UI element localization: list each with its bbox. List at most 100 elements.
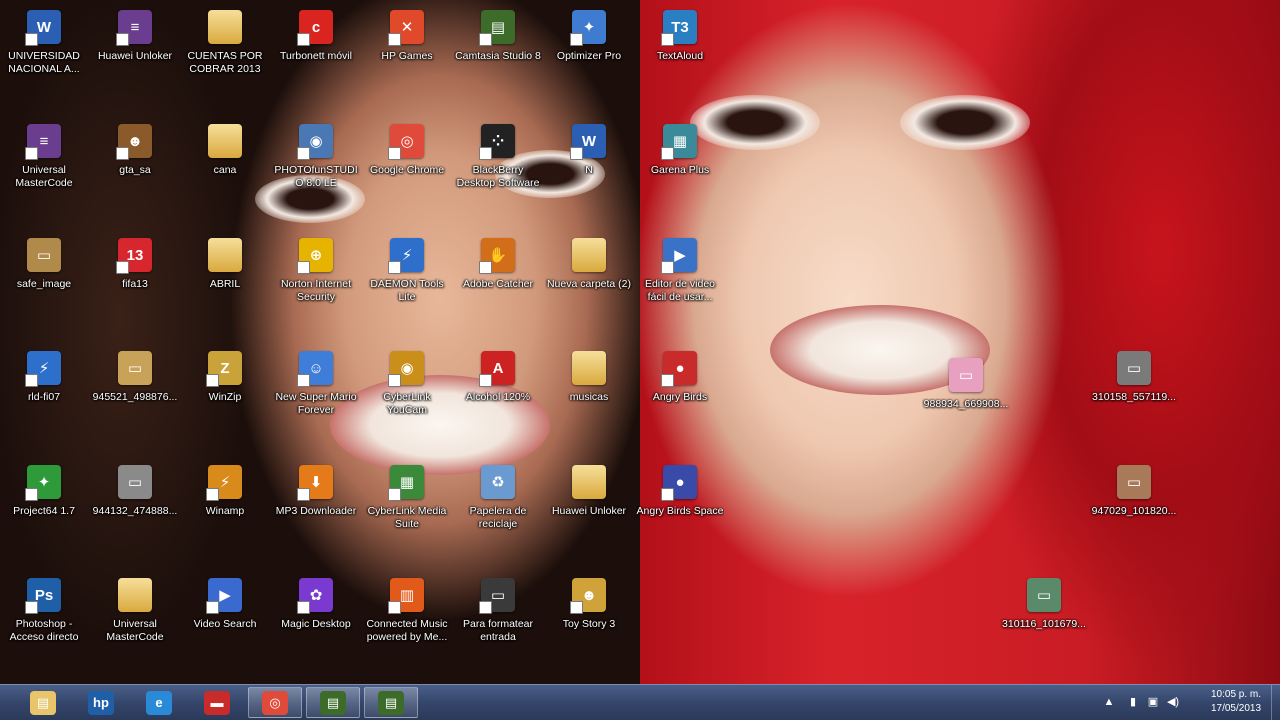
desktop-icon-label: Papelera de reciclaje — [469, 505, 527, 530]
desktop-icon-label: MP3 Downloader — [275, 505, 357, 517]
desktop-icon[interactable]: ✦ Project64 1.7 — [0, 459, 88, 555]
desktop-icon[interactable]: ◎ Google Chrome — [363, 118, 451, 214]
desktop-icon[interactable]: ▭ 944132_474888... — [91, 459, 179, 555]
desktop-icon[interactable]: ● Angry Birds Space — [636, 459, 724, 555]
clock[interactable]: 10:05 p. m. 17/05/2013 — [1206, 688, 1266, 716]
photoshop-icon: Ps — [25, 578, 61, 614]
desktop-icon[interactable]: ✦ Optimizer Pro — [545, 4, 633, 100]
desktop-icon[interactable]: W UNIVERSIDAD NACIONAL A... — [0, 4, 88, 100]
camera-icon: ◉ — [297, 124, 333, 160]
desktop-icon[interactable]: ▭ 310158_557119... — [1090, 345, 1178, 441]
desktop-icon[interactable]: ◉ PHOTOfunSTUDIO 8.0 LE — [272, 118, 360, 214]
desktop-icon[interactable]: ABRIL — [181, 232, 269, 328]
desktop-icon[interactable]: A Alcohol 120% — [454, 345, 542, 441]
desktop-icon[interactable]: Ps Photoshop - Acceso directo — [0, 572, 88, 668]
desktop-icon[interactable]: ▭ 947029_101820... — [1090, 459, 1178, 555]
desktop-icon[interactable]: 13 fifa13 — [91, 232, 179, 328]
desktop-icon[interactable]: T3 TextAloud — [636, 4, 724, 100]
taskbar-button-chrome[interactable]: ◎ — [248, 687, 302, 718]
desktop-icon[interactable]: cana — [181, 118, 269, 214]
taskbar-button-game[interactable]: ▬ — [190, 687, 244, 718]
folder-icon — [208, 10, 242, 44]
desktop-icon[interactable]: ⚡ rld-fi07 — [0, 345, 88, 441]
desktop-icon-label: fifa13 — [122, 278, 148, 290]
desktop-icon[interactable]: ✕ HP Games — [363, 4, 451, 100]
desktop-icon-label: Garena Plus — [650, 164, 710, 176]
taskbar-button-hp[interactable]: hp — [74, 687, 128, 718]
desktop-icon[interactable]: musicas — [545, 345, 633, 441]
taskbar-button-camtasia-studio[interactable]: ▤ — [364, 687, 418, 718]
desktop-icon[interactable]: ▶ Editor de video fácil de usar... — [636, 232, 724, 328]
desktop-icon[interactable]: ▭ 988934_669908... — [922, 352, 1010, 448]
desktop-icon-label: Universal MasterCode — [106, 618, 164, 643]
norton-icon: ⊕ — [297, 238, 333, 274]
desktop-icon-label: cana — [213, 164, 237, 176]
desktop-icon[interactable]: ✿ Magic Desktop — [272, 572, 360, 668]
desktop-icon[interactable]: ⁘ BlackBerry Desktop Software — [454, 118, 542, 214]
taskbar: ▤ hp e ▬ ◎ ▤ ▤ ▲ ▮ ▣ ◀) 10:05 p. m. 17/05/2013 — [0, 684, 1280, 721]
desktop-icon-label: Nueva carpeta (2) — [546, 278, 632, 290]
desktop-icon[interactable]: ▭ 310116_101679... — [1000, 572, 1088, 668]
desktop-icon[interactable]: ▭ safe_image — [0, 232, 88, 328]
volume-icon[interactable]: ◀) — [1166, 695, 1180, 709]
desktop-icon[interactable]: Z WinZip — [181, 345, 269, 441]
desktop-icon-label: Para formatear entrada — [462, 618, 534, 643]
desktop-icon[interactable]: ▭ 945521_498876... — [91, 345, 179, 441]
desktop-icon[interactable]: ♻ Papelera de reciclaje — [454, 459, 542, 555]
desktop-icon[interactable]: Universal MasterCode — [91, 572, 179, 668]
chrome-icon: ◎ — [388, 124, 424, 160]
word-document-icon: W — [570, 124, 606, 160]
taskbar-button-internet-explorer[interactable]: e — [132, 687, 186, 718]
desktop-icon[interactable]: ▦ Garena Plus — [636, 118, 724, 214]
clock-date: 17/05/2013 — [1210, 703, 1262, 714]
desktop-icon[interactable]: ≡ Universal MasterCode — [0, 118, 88, 214]
image-icon: ▭ — [27, 238, 61, 272]
desktop-icon[interactable]: ☻ Toy Story 3 — [545, 572, 633, 668]
hp-logo-icon: hp — [88, 690, 114, 715]
camtasia-icon: ▤ — [479, 10, 515, 46]
desktop[interactable]: W UNIVERSIDAD NACIONAL A... ≡ Huawei Unloke… — [0, 0, 1280, 684]
taskbar-button-camtasia-recorder[interactable]: ▤ — [306, 687, 360, 718]
desktop-icon[interactable]: ☺ New Super Mario Forever — [272, 345, 360, 441]
desktop-icon[interactable]: CUENTAS POR COBRAR 2013 — [181, 4, 269, 100]
folder-icon — [572, 238, 606, 272]
desktop-icon[interactable]: ⬇ MP3 Downloader — [272, 459, 360, 555]
show-hidden-icon[interactable]: ▲ — [1102, 695, 1116, 709]
network-icon[interactable]: ▣ — [1146, 695, 1160, 709]
show-desktop-button[interactable] — [1271, 685, 1280, 721]
desktop-icon[interactable]: ▥ Connected Music powered by Me... — [363, 572, 451, 668]
project64-icon: ✦ — [25, 465, 61, 501]
desktop-icon[interactable]: ▦ CyberLink Media Suite — [363, 459, 451, 555]
winrar-icon: ≡ — [116, 10, 152, 46]
desktop-icon[interactable]: ≡ Huawei Unloker — [91, 4, 179, 100]
desktop-icon[interactable]: ● Angry Birds — [636, 345, 724, 441]
folder-icon — [118, 578, 152, 612]
desktop-icon-label: Angry Birds Space — [636, 505, 724, 517]
desktop-icon[interactable]: ⊕ Norton Internet Security — [272, 232, 360, 328]
image-icon: ▭ — [1117, 465, 1151, 499]
desktop-icon[interactable]: c Turbonett móvil — [272, 4, 360, 100]
desktop-icon[interactable]: ⚡ Winamp — [181, 459, 269, 555]
desktop-icon[interactable]: ✋ Adobe Catcher — [454, 232, 542, 328]
power-icon[interactable]: ▮ — [1126, 695, 1140, 709]
desktop-icon[interactable]: WN — [545, 118, 633, 214]
desktop-icon[interactable]: Nueva carpeta (2) — [545, 232, 633, 328]
desktop-icon[interactable]: ▤ Camtasia Studio 8 — [454, 4, 542, 100]
desktop-icon-label: Project64 1.7 — [13, 505, 75, 517]
desktop-icon[interactable]: ⚡ DAEMON Tools Lite — [363, 232, 451, 328]
mario-icon: ☺ — [297, 351, 333, 387]
taskbar-button-file-explorer[interactable]: ▤ — [16, 687, 70, 718]
hp-games-icon: ✕ — [388, 10, 424, 46]
mp3-downloader-icon: ⬇ — [297, 465, 333, 501]
desktop-icon[interactable]: ▭ Para formatear entrada — [454, 572, 542, 668]
gta-icon: ☻ — [116, 124, 152, 160]
desktop-icon-label: PHOTOfunSTUDIO 8.0 LE — [274, 164, 358, 189]
desktop-icon[interactable]: ◉ CyberLink YouCam — [363, 345, 451, 441]
desktop-icon[interactable]: Huawei Unloker — [545, 459, 633, 555]
desktop-icon[interactable]: ▶ Video Search — [181, 572, 269, 668]
desktop-icon[interactable]: ☻ gta_sa — [91, 118, 179, 214]
desktop-icon-label: CyberLink Media Suite — [367, 505, 447, 530]
desktop-icon-label: WinZip — [208, 391, 242, 403]
daemon-icon: ⚡ — [25, 351, 61, 387]
desktop-icon-label: 310158_557119... — [1092, 391, 1176, 403]
